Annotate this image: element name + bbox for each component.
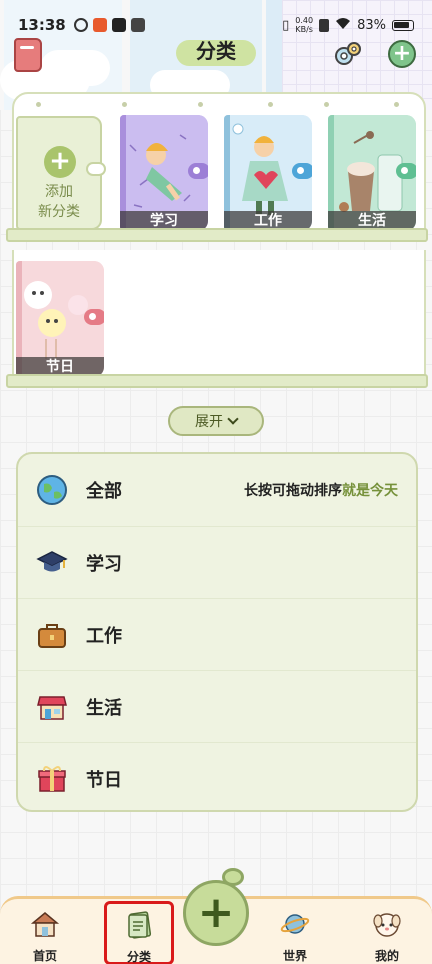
notebook-clasp xyxy=(86,162,106,176)
plus-icon: + xyxy=(197,887,235,938)
home-icon xyxy=(30,912,60,937)
notebook-study[interactable]: 学习 xyxy=(120,115,208,231)
nav-label: 我的 xyxy=(374,949,399,963)
plus-icon: + xyxy=(44,146,76,178)
shop-icon xyxy=(37,695,67,720)
category-icon xyxy=(128,911,152,939)
shelf-plank-2 xyxy=(6,374,428,388)
briefcase-icon xyxy=(38,623,66,648)
category-row-life[interactable]: 生活 xyxy=(18,670,416,742)
notebook-life[interactable]: 生活 xyxy=(328,115,416,231)
page-title: 分类 xyxy=(196,39,236,63)
notebook-clasp xyxy=(396,163,416,179)
page-title-wrap: 分类 xyxy=(176,34,256,68)
header: 分类 + xyxy=(0,30,432,80)
hint-prefix: 长按可拖动排序 xyxy=(244,483,342,499)
category-row-work[interactable]: 工作 xyxy=(18,598,416,670)
add-entry-fab[interactable]: + xyxy=(183,880,249,946)
add-label-line2: 新分类 xyxy=(38,204,80,220)
nav-item-profile[interactable]: 我的 xyxy=(352,903,422,963)
nav-label: 世界 xyxy=(282,949,307,963)
nav-item-world[interactable]: 世界 xyxy=(260,903,330,963)
battery-icon xyxy=(392,19,414,31)
nav-item-category[interactable]: 分类 xyxy=(104,901,174,964)
add-label-line1: 添加 xyxy=(45,184,73,200)
category-name: 生活 xyxy=(86,697,122,719)
notebook-clasp xyxy=(84,309,104,325)
planet-icon xyxy=(280,914,310,934)
nav-item-home[interactable]: 首页 xyxy=(10,903,80,963)
category-name: 全部 xyxy=(86,481,122,502)
nav-label: 首页 xyxy=(32,949,57,963)
shelf-plank-1 xyxy=(6,228,428,242)
notebook-work[interactable]: 工作 xyxy=(224,115,312,231)
category-name: 学习 xyxy=(86,553,122,575)
graduation-cap-icon xyxy=(36,550,68,571)
nav-label: 分类 xyxy=(126,950,151,964)
category-list: 全部 长按可拖动排序就是今天 学习 工作 生活 节日 xyxy=(16,452,418,812)
add-new-category-card[interactable]: + 添加 新分类 xyxy=(16,116,106,230)
add-new-category-label: 添加 新分类 xyxy=(18,182,100,222)
category-row-holiday[interactable]: 节日 xyxy=(18,742,416,814)
notebook-clasp xyxy=(292,163,312,179)
expand-button[interactable]: 展开 xyxy=(168,406,264,436)
profile-avatar-icon xyxy=(373,913,401,937)
notebook-holiday[interactable]: 节日 xyxy=(16,261,104,377)
network-speed-value: 0.40 xyxy=(295,16,314,25)
category-name: 节日 xyxy=(86,769,122,791)
category-row-study[interactable]: 学习 xyxy=(18,526,416,598)
category-row-all[interactable]: 全部 长按可拖动排序就是今天 xyxy=(18,454,416,526)
hint-accent: 就是今天 xyxy=(342,483,398,499)
chevron-down-icon xyxy=(227,413,239,425)
globe-icon xyxy=(37,475,67,505)
drag-sort-hint: 长按可拖动排序就是今天 xyxy=(244,480,398,500)
gift-icon xyxy=(38,765,66,792)
expand-button-label: 展开 xyxy=(195,414,223,430)
notebook-clasp xyxy=(188,163,208,179)
category-name: 工作 xyxy=(86,625,122,647)
settings-gear-icon[interactable] xyxy=(332,40,362,70)
add-category-top-icon[interactable]: + xyxy=(388,40,416,68)
diary-book-icon[interactable] xyxy=(14,38,42,72)
